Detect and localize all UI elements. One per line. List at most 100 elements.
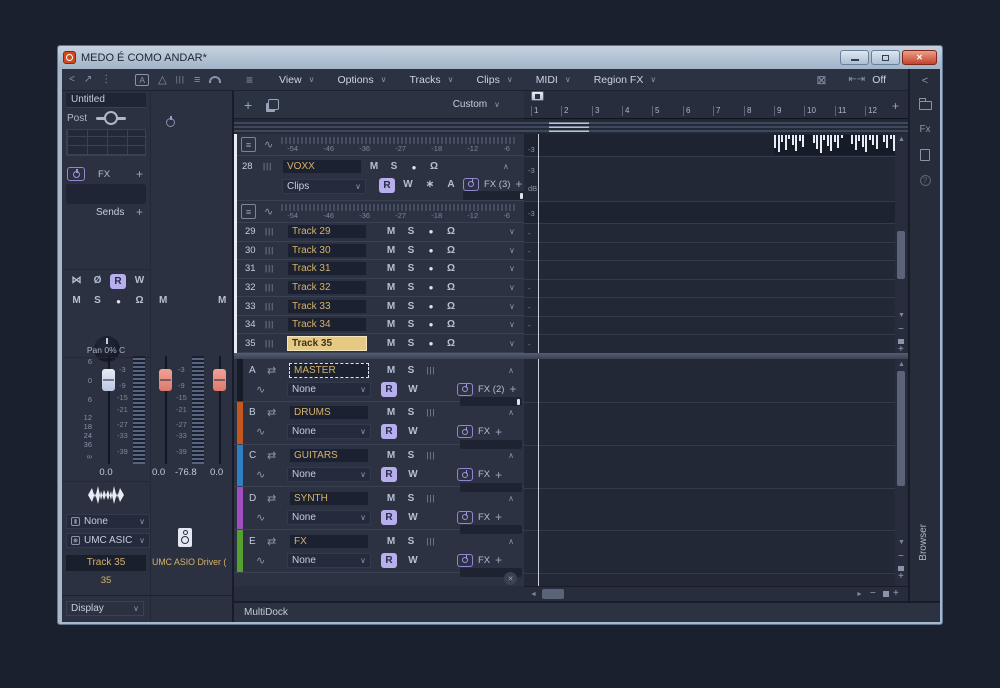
track-view-menu-icon[interactable]: ≡ <box>246 73 253 87</box>
output-dropdown[interactable]: ◉ UMC ASIC∨ <box>66 533 150 548</box>
maximize-button[interactable] <box>871 50 900 65</box>
automation-dropdown[interactable]: None∨ <box>287 424 371 439</box>
input-echo-button[interactable]: Ω <box>131 295 148 306</box>
bus-row[interactable]: A ⇄ MASTER M S ||| ∧ ∿ None∨ R <box>234 359 524 402</box>
lane-list-icon[interactable]: ≡ <box>241 204 256 219</box>
scroll-left-icon[interactable]: ◄ <box>530 591 537 598</box>
post-power-icon[interactable] <box>166 118 175 127</box>
fx-rack[interactable]: FX + <box>457 510 502 524</box>
input-echo-button[interactable]: Ω <box>441 245 461 256</box>
gain-value[interactable]: 0.0 <box>66 467 146 478</box>
bus-name-box[interactable]: SYNTH <box>289 491 369 506</box>
add-fx-button[interactable]: + <box>515 177 522 191</box>
close-pane-icon[interactable]: ✕ <box>504 572 517 585</box>
track-row[interactable]: 32 ||| Track 32 M S ● Ω ∨ <box>237 279 524 298</box>
record-arm-button[interactable]: ● <box>110 297 127 306</box>
clip-inspector-icon[interactable]: ||| <box>176 75 185 84</box>
master-mute2-button[interactable]: M <box>218 295 226 306</box>
solo-button[interactable]: S <box>387 161 401 172</box>
arc-icon[interactable] <box>209 76 221 83</box>
mute-button[interactable]: M <box>367 161 381 172</box>
clips-dropdown[interactable]: Clips∨ <box>282 179 366 194</box>
mute-button[interactable]: M <box>381 263 401 274</box>
solo-button[interactable]: S <box>401 263 421 274</box>
write-button[interactable]: W <box>403 384 423 395</box>
collapse-inspector-icon[interactable]: < <box>69 74 75 85</box>
expand-chevron[interactable]: ∨ <box>509 339 515 348</box>
expand-chevron[interactable]: ∨ <box>509 302 515 311</box>
fx-power-chip[interactable] <box>67 167 85 181</box>
input-echo-button[interactable]: Ω <box>441 263 461 274</box>
bus-gain-value[interactable]: 0.0 <box>152 467 165 478</box>
track-inspector-icon[interactable]: A <box>135 74 149 86</box>
ruler-zoom-add-icon[interactable]: + <box>892 99 899 113</box>
audio-clip[interactable] <box>774 135 904 155</box>
arranger-strip[interactable] <box>234 119 908 134</box>
fx-rack[interactable]: FX + <box>457 425 502 439</box>
scroll-thumb[interactable] <box>542 589 564 599</box>
collapse-chevron[interactable]: ∧ <box>503 162 509 171</box>
lane-list-icon[interactable]: ≡ <box>241 137 256 152</box>
track-row[interactable]: 34 ||| Track 34 M S ● Ω ∨ <box>237 316 524 335</box>
clip-lane[interactable] <box>524 201 895 223</box>
automation-dropdown[interactable]: None∨ <box>287 553 371 568</box>
solo-button[interactable]: S <box>89 295 106 306</box>
fx-power-icon[interactable] <box>457 468 473 481</box>
solo-button[interactable]: S <box>401 407 421 418</box>
bus-send-value[interactable]: -76.8 <box>175 467 197 478</box>
scroll-thumb[interactable] <box>897 371 905 486</box>
solo-button[interactable]: S <box>401 365 421 376</box>
record-arm-button[interactable]: ● <box>421 246 441 255</box>
track-row[interactable]: 30 ||| Track 30 M S ● Ω ∨ <box>237 242 524 261</box>
input-echo-button[interactable]: Ω <box>441 338 461 349</box>
collapse-chevron[interactable]: ∧ <box>508 537 514 546</box>
input-dropdown[interactable]: ▮ None∨ <box>66 514 150 529</box>
scroll-thumb[interactable] <box>897 231 905 279</box>
sends-add-button[interactable]: + <box>136 205 143 219</box>
zoom-out-icon[interactable]: − <box>870 588 876 599</box>
hscrollbar[interactable]: ◄ ► − + <box>524 586 908 601</box>
record-arm-button[interactable]: ● <box>421 302 441 311</box>
fx-power-icon[interactable] <box>463 178 479 191</box>
pane-splitter[interactable] <box>234 353 908 359</box>
fx-add-button[interactable]: + <box>136 167 143 181</box>
solo-button[interactable]: S <box>401 282 421 293</box>
preset-box[interactable]: Untitled <box>66 93 146 108</box>
write-button[interactable]: W <box>401 179 415 190</box>
list-icon[interactable]: ≡ <box>194 74 200 86</box>
bus-row[interactable]: B ⇄ DRUMS M S ||| ∧ ∿ None∨ R <box>234 402 524 445</box>
collapse-chevron[interactable]: ∧ <box>508 408 514 417</box>
volume-fader-thumb[interactable] <box>102 369 115 391</box>
mute-button[interactable]: M <box>381 493 401 504</box>
expand-chevron[interactable]: ∨ <box>509 283 515 292</box>
minimize-button[interactable] <box>840 50 869 65</box>
fx-bin-box[interactable] <box>66 184 146 204</box>
bus-vscrollbar[interactable]: ▲ ▼ − + <box>895 359 907 586</box>
browser-tab-label[interactable]: Browser <box>918 524 929 561</box>
record-arm-button[interactable]: ● <box>421 264 441 273</box>
input-echo-button[interactable]: Ω <box>441 226 461 237</box>
bus-gain2-value[interactable]: 0.0 <box>210 467 223 478</box>
mute-button[interactable]: M <box>381 536 401 547</box>
track-row[interactable]: 31 ||| Track 31 M S ● Ω ∨ <box>237 260 524 279</box>
automation-button[interactable]: A <box>444 179 458 190</box>
collapse-browser-icon[interactable]: < <box>922 75 928 87</box>
write-automation-button[interactable]: W <box>131 275 148 286</box>
collapse-chevron[interactable]: ∧ <box>508 494 514 503</box>
record-arm-button[interactable]: ● <box>421 320 441 329</box>
fx-rack[interactable]: FX (3) + <box>463 177 522 191</box>
expand-chevron[interactable]: ∨ <box>509 227 515 236</box>
notes-icon[interactable] <box>920 149 930 161</box>
write-button[interactable]: W <box>403 555 423 566</box>
menu-region-fx[interactable]: Region FX∨ <box>594 74 656 86</box>
zoom-out-icon[interactable]: − <box>898 324 904 335</box>
track-name-box[interactable]: Track 33 <box>287 299 367 314</box>
bus-fader2-thumb[interactable] <box>213 369 226 391</box>
scroll-down-icon[interactable]: ▼ <box>898 539 905 546</box>
master-mute-button[interactable]: M <box>159 295 167 306</box>
collapse-chevron[interactable]: ∧ <box>508 366 514 375</box>
scroll-up-icon[interactable]: ▲ <box>898 136 905 143</box>
input-echo-button[interactable]: Ω <box>441 282 461 293</box>
fx-browser-icon[interactable]: Fx <box>919 124 930 135</box>
post-knob-icon[interactable] <box>96 111 126 125</box>
